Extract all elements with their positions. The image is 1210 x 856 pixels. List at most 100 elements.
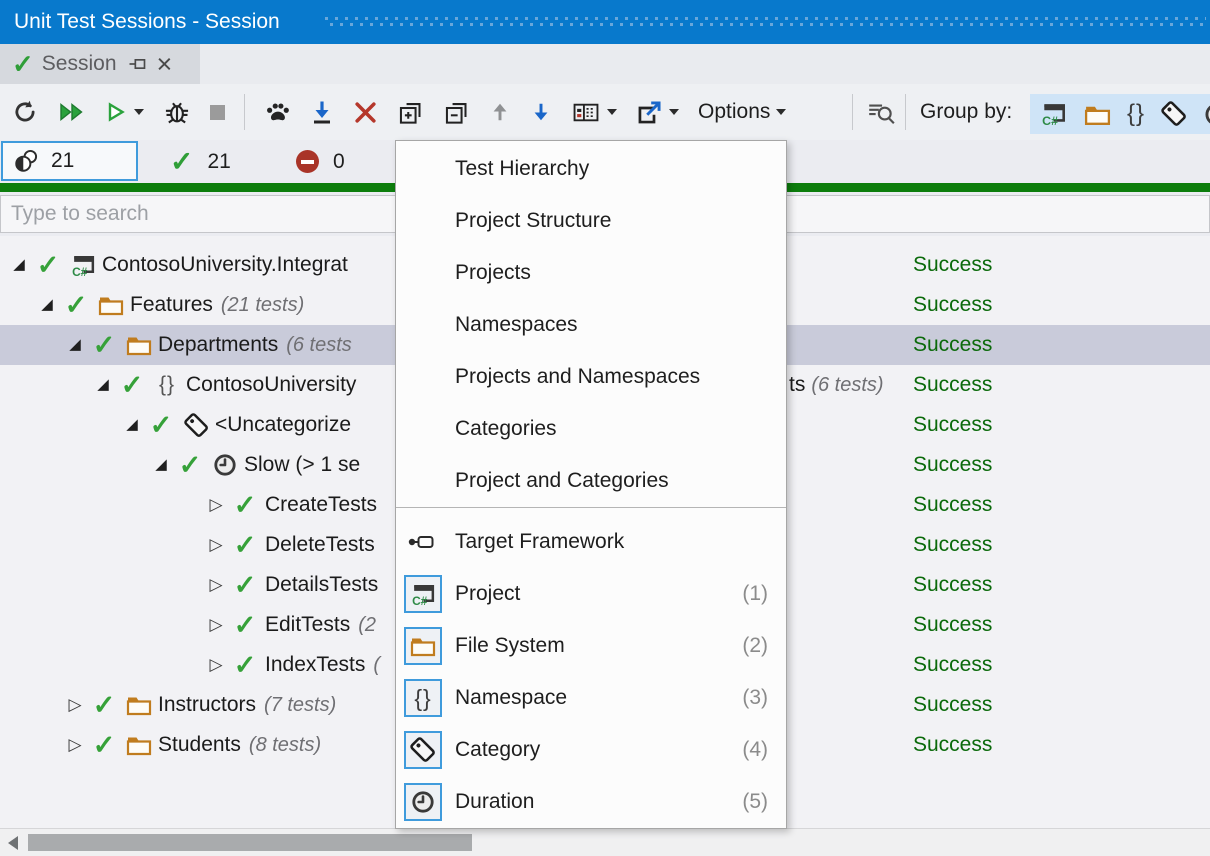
menu-item-label: Duration: [455, 790, 534, 813]
expander-expanded-icon[interactable]: [121, 417, 143, 433]
expander-expanded-icon[interactable]: [150, 457, 172, 473]
svg-text:C#: C#: [412, 593, 428, 606]
refresh-icon[interactable]: [12, 99, 38, 125]
group-by-label: Group by:: [920, 100, 1012, 124]
export-icon[interactable]: [636, 99, 663, 126]
run-dropdown-caret[interactable]: [134, 109, 144, 115]
expander-collapsed-icon[interactable]: [64, 736, 86, 754]
scroll-left-arrow-icon[interactable]: [8, 836, 18, 850]
menu-item-test-hierarchy[interactable]: Test Hierarchy: [396, 143, 786, 195]
counter-passed[interactable]: 21: [170, 140, 231, 183]
menu-item-number: (5): [742, 776, 768, 828]
menu-item-projects-and-namespaces[interactable]: Projects and Namespaces: [396, 351, 786, 403]
expander-expanded-icon[interactable]: [36, 297, 58, 313]
menu-item-target-framework[interactable]: Target Framework: [396, 516, 786, 568]
success-check-icon: [233, 652, 257, 679]
options-button[interactable]: Options: [698, 100, 786, 124]
row-count: (6 tests: [286, 334, 352, 357]
row-status: Success: [913, 693, 992, 717]
menu-item-namespace[interactable]: Namespace (3): [396, 672, 786, 724]
menu-item-file-system[interactable]: File System (2): [396, 620, 786, 672]
group-by-duration-icon[interactable]: [1203, 101, 1210, 128]
next-test-icon[interactable]: [530, 99, 552, 125]
row-label: IndexTests: [265, 653, 365, 677]
group-by-file-system-icon[interactable]: [1083, 102, 1112, 127]
expander-collapsed-icon[interactable]: [64, 696, 86, 714]
row-status: Success: [913, 333, 992, 357]
pin-icon[interactable]: [127, 54, 147, 74]
group-by-project-icon[interactable]: C#: [1040, 101, 1068, 127]
row-count: (21 tests): [221, 294, 304, 317]
menu-item-label: Test Hierarchy: [455, 157, 589, 180]
menu-item-duration[interactable]: Duration (5): [396, 776, 786, 828]
success-check-icon: [120, 372, 144, 399]
menu-item-label: Namespaces: [455, 313, 578, 336]
row-status: Success: [913, 373, 992, 397]
collapse-all-icon[interactable]: [443, 99, 470, 126]
export-dropdown-caret[interactable]: [669, 109, 679, 115]
counter-total[interactable]: 21: [2, 142, 137, 180]
file-system-icon-toggled: [404, 627, 442, 665]
row-status: Success: [913, 253, 992, 277]
row-label: Instructors: [158, 693, 256, 717]
append-tests-icon[interactable]: [310, 99, 334, 126]
expander-collapsed-icon[interactable]: [205, 576, 227, 594]
menu-item-project[interactable]: C# Project (1): [396, 568, 786, 620]
tab-label: Session: [42, 52, 117, 76]
expander-expanded-icon[interactable]: [8, 257, 30, 273]
layout-panel-icon[interactable]: [571, 100, 601, 125]
track-running-test-icon[interactable]: [264, 99, 291, 126]
run-tests-icon[interactable]: [106, 100, 128, 124]
namespace-icon: [152, 373, 182, 397]
success-check-icon: [12, 51, 34, 77]
expander-collapsed-icon[interactable]: [205, 656, 227, 674]
menu-item-namespaces[interactable]: Namespaces: [396, 299, 786, 351]
row-label: Slow (> 1 se: [244, 453, 360, 477]
success-check-icon: [36, 252, 60, 279]
success-check-icon: [92, 332, 116, 359]
row-status: Success: [913, 533, 992, 557]
expander-collapsed-icon[interactable]: [205, 616, 227, 634]
layout-dropdown-caret[interactable]: [607, 109, 617, 115]
filter-tests-icon[interactable]: [866, 84, 896, 140]
menu-item-projects[interactable]: Projects: [396, 247, 786, 299]
debug-tests-icon[interactable]: [163, 98, 191, 126]
row-status: Success: [913, 293, 992, 317]
options-dropdown-caret: [776, 109, 786, 115]
success-check-icon: [233, 612, 257, 639]
menu-item-category[interactable]: Category (4): [396, 724, 786, 776]
success-check-icon: [149, 412, 173, 439]
previous-test-icon[interactable]: [489, 99, 511, 125]
svg-text:C#: C#: [72, 264, 88, 277]
expander-collapsed-icon[interactable]: [205, 496, 227, 514]
tab-session[interactable]: Session: [0, 44, 200, 84]
menu-item-label: File System: [455, 634, 565, 657]
menu-item-project-structure[interactable]: Project Structure: [396, 195, 786, 247]
group-by-namespace-icon[interactable]: [1127, 100, 1145, 128]
group-by-dropdown-menu: Test Hierarchy Project Structure Project…: [395, 140, 787, 829]
group-by-category-icon[interactable]: [1160, 100, 1188, 128]
toolbar-separator: [905, 84, 906, 140]
expand-all-icon[interactable]: [397, 99, 424, 126]
row-label: DetailsTests: [265, 573, 378, 597]
expander-collapsed-icon[interactable]: [205, 536, 227, 554]
horizontal-scrollbar[interactable]: [0, 828, 1210, 856]
run-all-tests-icon[interactable]: [57, 100, 87, 124]
row-status: Success: [913, 573, 992, 597]
project-icon-toggled: C#: [404, 575, 442, 613]
row-label: <Uncategorize: [215, 413, 351, 437]
counter-ignored[interactable]: 0: [296, 140, 345, 183]
stop-icon[interactable]: [210, 105, 225, 120]
expander-expanded-icon[interactable]: [64, 337, 86, 353]
scrollbar-thumb[interactable]: [28, 834, 472, 851]
menu-item-label: Projects and Namespaces: [455, 365, 700, 388]
success-check-icon: [64, 292, 88, 319]
menu-item-project-and-categories[interactable]: Project and Categories: [396, 455, 786, 507]
expander-expanded-icon[interactable]: [92, 377, 114, 393]
remove-tests-icon[interactable]: [353, 100, 378, 125]
tab-strip: Session: [0, 44, 1210, 84]
window-titlebar[interactable]: Unit Test Sessions - Session: [0, 0, 1210, 44]
menu-item-categories[interactable]: Categories: [396, 403, 786, 455]
row-label: DeleteTests: [265, 533, 375, 557]
close-icon[interactable]: [157, 51, 173, 78]
